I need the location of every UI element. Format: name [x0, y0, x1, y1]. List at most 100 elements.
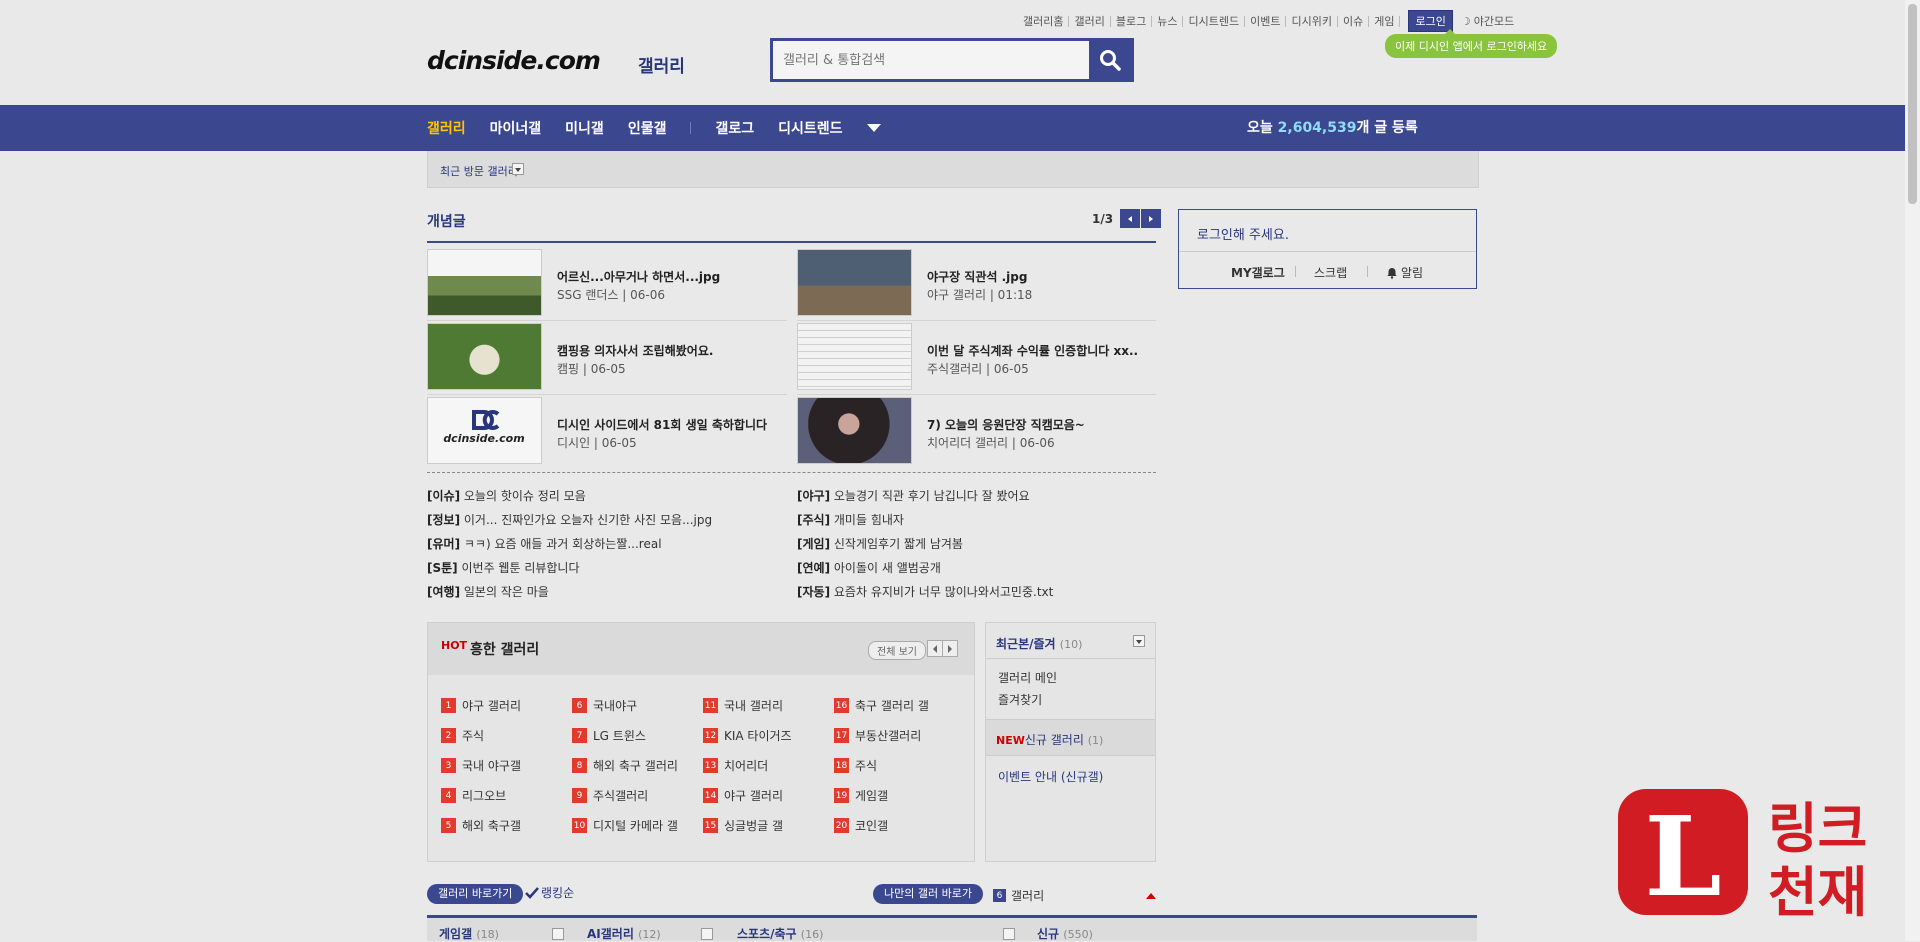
- list-item[interactable]: [주식] 개미들 힘내자: [797, 511, 1053, 535]
- login-message[interactable]: 로그인해 주세요.: [1197, 224, 1289, 243]
- hot-gallery-item[interactable]: 7 LG 트윈스: [572, 727, 646, 744]
- top-link[interactable]: 갤러리: [1069, 15, 1111, 27]
- top-link[interactable]: 게임: [1369, 15, 1401, 27]
- nav-item-trend[interactable]: 디시트렌드: [778, 118, 842, 138]
- category-dropdown[interactable]: [1003, 928, 1015, 940]
- hot-gallery-item[interactable]: 4 리그오브: [441, 787, 506, 804]
- thumb-title[interactable]: 야구장 직관석 .jpg: [927, 268, 1027, 285]
- top-link[interactable]: 디시트렌드: [1183, 15, 1246, 27]
- my-gallog-link[interactable]: MY갤로그: [1231, 264, 1285, 281]
- top-link[interactable]: 갤러리홈: [1018, 15, 1070, 27]
- hot-gallery-item[interactable]: 15 싱글벙글 갤: [703, 817, 783, 834]
- list-item[interactable]: [유머] ㅋㅋ) 요즘 애들 과거 회상하는짤...real: [427, 535, 712, 559]
- nav-more-icon[interactable]: [866, 124, 881, 132]
- hot-gallery-item[interactable]: 19 게임갤: [834, 787, 888, 804]
- category-ai[interactable]: AI갤러리 (12): [587, 925, 661, 942]
- thumb-image[interactable]: [797, 249, 912, 316]
- list-item[interactable]: [여행] 일본의 작은 마을: [427, 583, 712, 607]
- night-mode-toggle[interactable]: ☽ 야간모드: [1461, 13, 1514, 29]
- thumb-title[interactable]: 이번 달 주식계좌 수익률 인증합니다 xx..: [927, 342, 1138, 359]
- hot-gallery-item[interactable]: 3 국내 야구갤: [441, 757, 521, 774]
- hot-gallery-item[interactable]: 20 코인갤: [834, 817, 888, 834]
- list-item[interactable]: [야구] 오늘경기 직관 후기 남깁니다 잘 봤어요: [797, 487, 1053, 511]
- hot-gallery-item[interactable]: 14 야구 갤러리: [703, 787, 783, 804]
- list-item[interactable]: 갤러리 메인: [998, 669, 1057, 686]
- thumb-title[interactable]: 캠핑용 의자사서 조립해봤어요.: [557, 342, 713, 359]
- hot-gallery-item[interactable]: 5 해외 축구갤: [441, 817, 521, 834]
- thumb-item[interactable]: 캠핑용 의자사서 조립해봤어요. 캠핑 | 06-05: [427, 323, 787, 393]
- new-gallery-item[interactable]: 이벤트 안내 (신규갤): [998, 768, 1103, 785]
- hot-gallery-item[interactable]: 8 해외 축구 갤러리: [572, 757, 678, 774]
- thumb-image[interactable]: [797, 323, 912, 390]
- nav-item-gallery[interactable]: 갤러리: [427, 118, 466, 138]
- scrap-link[interactable]: 스크랩: [1314, 264, 1347, 281]
- recent-favorites-title[interactable]: 최근본/즐겨 (10): [996, 635, 1082, 652]
- recent-favorites-dropdown[interactable]: [1133, 635, 1145, 647]
- thumb-image[interactable]: dcinside.com: [427, 397, 542, 464]
- app-login-bubble[interactable]: 이제 디시인 앱에서 로그인하세요: [1385, 29, 1558, 58]
- thumb-item[interactable]: 어르신...아무거나 하면서...jpg SSG 랜더스 | 06-06: [427, 249, 787, 319]
- alarm-link[interactable]: 알림: [1386, 264, 1423, 281]
- list-item[interactable]: [이슈] 오늘의 핫이슈 정리 모음: [427, 487, 712, 511]
- hot-gallery-item[interactable]: 16 축구 갤러리 갤: [834, 697, 929, 714]
- prev-button[interactable]: [1120, 209, 1141, 228]
- my-gallery-shortcut-button[interactable]: 나만의 갤러 바로가: [873, 884, 983, 904]
- list-item[interactable]: [정보] 이거... 진짜인가요 오늘자 신기한 사진 모음...jpg: [427, 511, 712, 535]
- top-link[interactable]: 이슈: [1338, 15, 1370, 27]
- hot-gallery-item[interactable]: 1 야구 갤러리: [441, 697, 521, 714]
- next-button[interactable]: [1141, 209, 1162, 228]
- nav-item-person[interactable]: 인물갤: [628, 118, 667, 138]
- search-input[interactable]: [773, 41, 1089, 79]
- list-item[interactable]: [게임] 신작게임후기 짧게 남겨봄: [797, 535, 1053, 559]
- thumb-title[interactable]: 디시인 사이드에서 81회 생일 축하합니다: [557, 416, 767, 433]
- hot-gallery-item[interactable]: 17 부동산갤러리: [834, 727, 921, 744]
- gallery-shortcut-button[interactable]: 갤러리 바로가기: [427, 884, 524, 904]
- category-game[interactable]: 게임갤 (18): [439, 925, 499, 942]
- thumb-item[interactable]: dcinside.com 디시인 사이드에서 81회 생일 축하합니다 디시인 …: [427, 397, 787, 467]
- collapse-up-icon[interactable]: [1146, 893, 1156, 899]
- thumb-title[interactable]: 7) 오늘의 응원단장 직캠모음~: [927, 416, 1085, 433]
- site-logo[interactable]: dcinside.com: [427, 46, 601, 75]
- hot-gallery-item[interactable]: 9 주식갤러리: [572, 787, 648, 804]
- hot-gallery-item[interactable]: 12 KIA 타이거즈: [703, 727, 792, 744]
- list-item[interactable]: 즐겨찾기: [998, 691, 1042, 708]
- thumb-image[interactable]: [797, 397, 912, 464]
- thumb-image[interactable]: [427, 249, 542, 316]
- nav-item-mini[interactable]: 미니갤: [565, 118, 604, 138]
- top-link[interactable]: 뉴스: [1152, 15, 1184, 27]
- hot-prev-button[interactable]: [927, 640, 943, 657]
- list-item[interactable]: [연예] 아이돌이 새 앨범공개: [797, 559, 1053, 583]
- nav-item-gallog[interactable]: 갤로그: [715, 118, 754, 138]
- hot-gallery-item[interactable]: 13 치어리더: [703, 757, 768, 774]
- top-link[interactable]: 디시위키: [1286, 15, 1338, 27]
- recent-visit-dropdown[interactable]: [512, 163, 524, 175]
- thumb-item[interactable]: 야구장 직관석 .jpg 야구 갤러리 | 01:18: [797, 249, 1157, 319]
- hot-gallery-item[interactable]: 11 국내 갤러리: [703, 697, 783, 714]
- scrollbar-thumb[interactable]: [1908, 4, 1917, 204]
- gallery-count[interactable]: 6 갤러리: [993, 887, 1044, 904]
- hot-gallery-item[interactable]: 18 주식: [834, 757, 877, 774]
- list-item[interactable]: [자동] 요즘차 유지비가 너무 많이나와서고민중.txt: [797, 583, 1053, 607]
- thumb-item[interactable]: 7) 오늘의 응원단장 직캠모음~ 치어리더 갤러리 | 06-06: [797, 397, 1157, 467]
- hot-gallery-item[interactable]: 6 국내야구: [572, 697, 637, 714]
- hot-gallery-item[interactable]: 10 디지털 카메라 갤: [572, 817, 678, 834]
- rank-order-checkbox[interactable]: 랭킹순: [525, 884, 574, 901]
- thumb-item[interactable]: 이번 달 주식계좌 수익률 인증합니다 xx.. 주식갤러리 | 06-05: [797, 323, 1157, 393]
- headline-title[interactable]: 개념글: [427, 211, 466, 231]
- thumb-image[interactable]: [427, 323, 542, 390]
- page-scrollbar[interactable]: [1905, 0, 1920, 941]
- hot-gallery-item[interactable]: 2 주식: [441, 727, 484, 744]
- view-all-button[interactable]: 전체 보기: [868, 641, 926, 660]
- category-dropdown[interactable]: [701, 928, 713, 940]
- new-gallery-title[interactable]: NEW신규 갤러리 (1): [996, 731, 1103, 748]
- category-new[interactable]: 신규 (550): [1037, 925, 1093, 942]
- top-link[interactable]: 블로그: [1111, 15, 1153, 27]
- list-item[interactable]: [S툰] 이번주 웹툰 리뷰합니다: [427, 559, 712, 583]
- nav-item-minor[interactable]: 마이너갤: [490, 118, 542, 138]
- hot-next-button[interactable]: [942, 640, 958, 657]
- category-dropdown[interactable]: [552, 928, 564, 940]
- logo-subtitle[interactable]: 갤러리: [638, 52, 685, 77]
- thumb-title[interactable]: 어르신...아무거나 하면서...jpg: [557, 268, 720, 285]
- top-link[interactable]: 이벤트: [1245, 15, 1287, 27]
- category-sports[interactable]: 스포츠/축구 (16): [737, 925, 823, 942]
